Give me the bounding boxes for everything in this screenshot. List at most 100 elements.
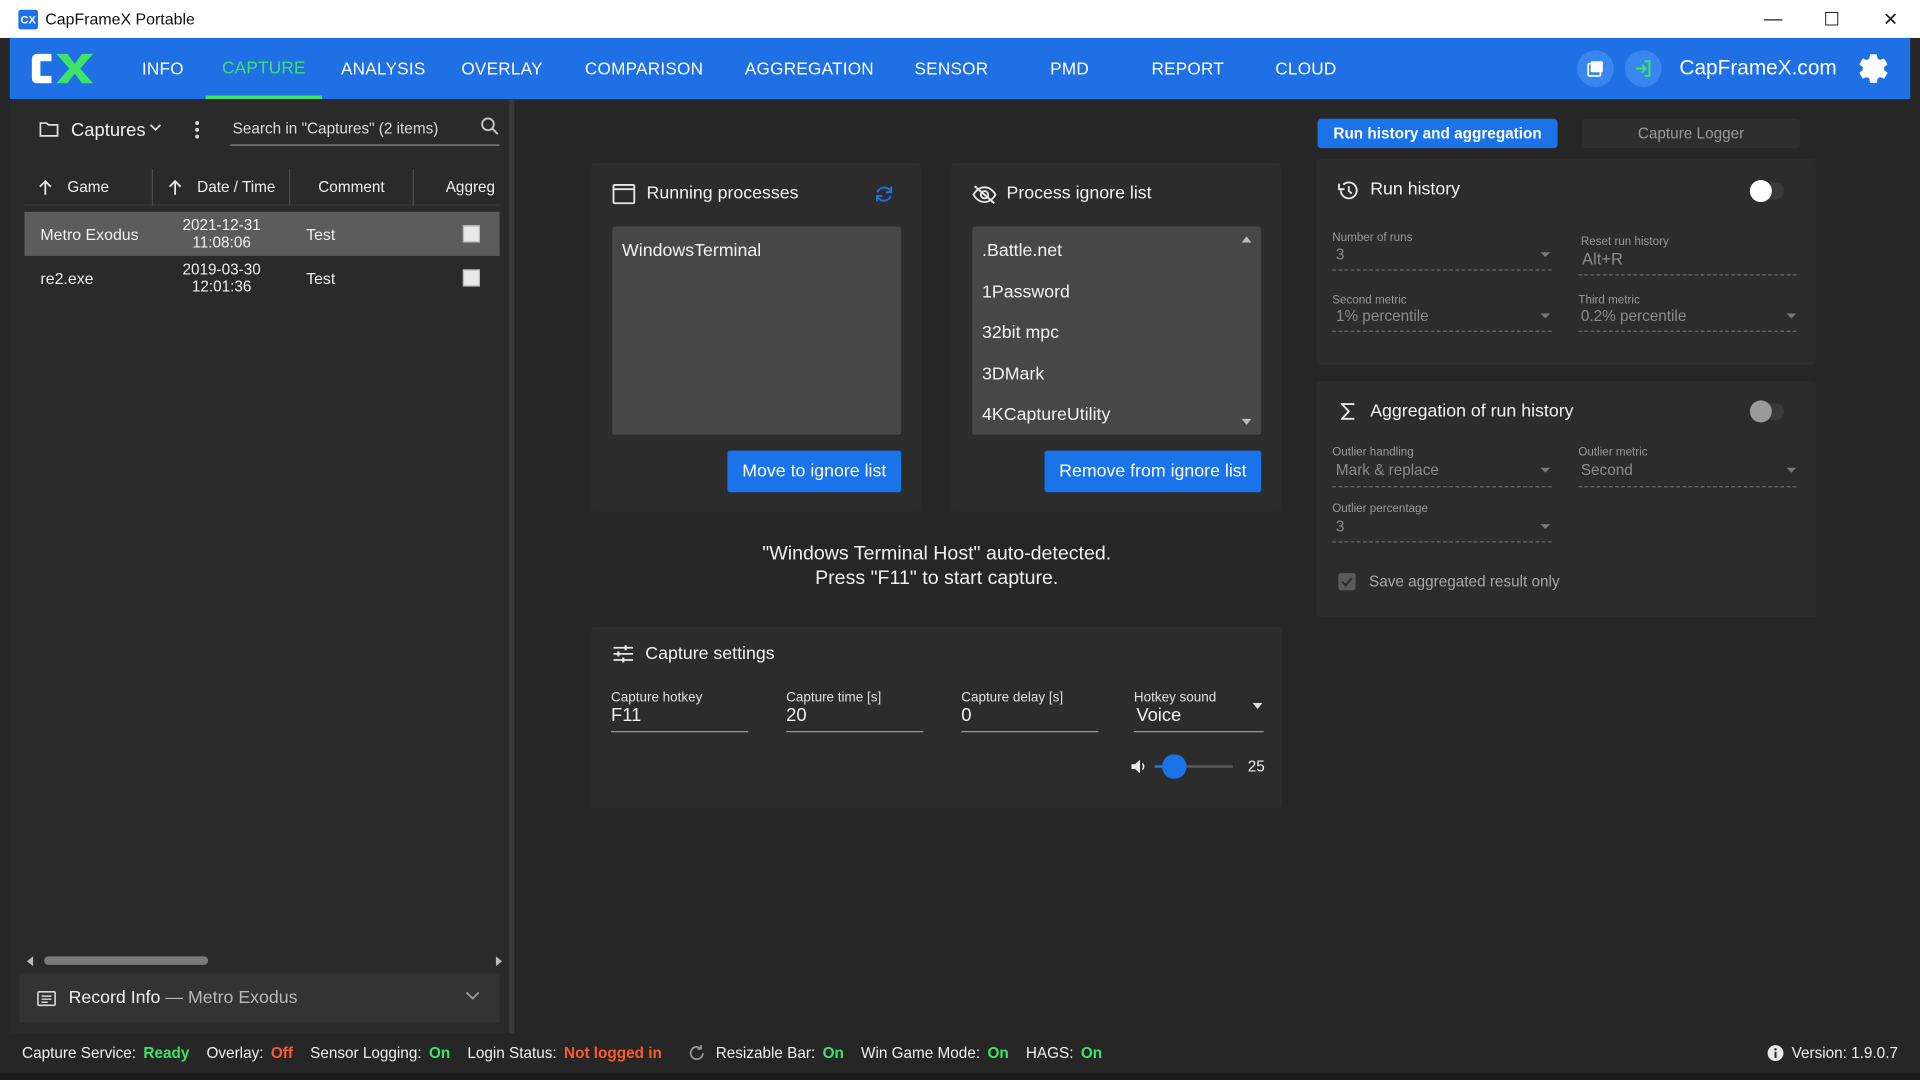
- volume-slider[interactable]: [1154, 754, 1234, 779]
- save-aggregated-checkbox[interactable]: [1338, 573, 1356, 591]
- table-row[interactable]: Metro Exodus 2021-12-31 11:08:06 Test: [24, 211, 500, 256]
- capture-hotkey-input[interactable]: F11: [611, 705, 641, 726]
- reset-run-history-hotkey[interactable]: Alt+R: [1582, 250, 1623, 268]
- refresh-icon[interactable]: [874, 184, 894, 205]
- tab-capture-logger[interactable]: Capture Logger: [1582, 118, 1801, 149]
- folder-icon[interactable]: [39, 121, 59, 137]
- row-comment: Test: [306, 268, 336, 288]
- window-bottom-edge: [0, 1072, 1920, 1080]
- minimize-button[interactable]: —: [1744, 0, 1803, 38]
- move-to-ignore-button[interactable]: Move to ignore list: [727, 450, 902, 493]
- volume-slider-thumb[interactable]: [1162, 754, 1187, 779]
- scroll-right-icon[interactable]: [495, 956, 503, 967]
- table-row[interactable]: re2.exe 2019-03-30 12:01:36 Test: [24, 256, 499, 300]
- maximize-button[interactable]: ☐: [1802, 0, 1861, 38]
- list-item[interactable]: WindowsTerminal: [622, 241, 761, 261]
- status-value: On: [822, 1044, 844, 1062]
- dropdown-arrow-icon[interactable]: [1252, 702, 1263, 709]
- row-comment: Test: [306, 224, 336, 244]
- dropdown-arrow-icon[interactable]: [1540, 252, 1551, 258]
- status-value: Off: [270, 1044, 293, 1062]
- run-history-card: Run history Number of runs 3 Reset run h…: [1316, 159, 1816, 365]
- scroll-left-icon[interactable]: [26, 956, 34, 967]
- nav-tab-sensor[interactable]: SENSOR: [890, 38, 1012, 99]
- capture-delay-input[interactable]: 0: [961, 705, 971, 726]
- tab-run-history[interactable]: Run history and aggregation: [1317, 118, 1558, 149]
- nav-tab-info[interactable]: INFO: [120, 38, 206, 99]
- chevron-down-icon[interactable]: [149, 122, 162, 132]
- scroll-down-icon[interactable]: [1241, 418, 1252, 425]
- aggregate-checkbox[interactable]: [462, 269, 481, 287]
- horizontal-scrollbar[interactable]: [24, 954, 503, 969]
- nav-tab-overlay[interactable]: OVERLAY: [444, 38, 559, 99]
- outlier-percentage-select[interactable]: 3: [1336, 518, 1345, 535]
- second-metric-select[interactable]: 1% percentile: [1336, 307, 1429, 324]
- aggregation-title: Aggregation of run history: [1370, 401, 1574, 422]
- number-of-runs-select[interactable]: 3: [1336, 246, 1345, 263]
- dropdown-arrow-icon[interactable]: [1786, 313, 1797, 319]
- nav-tab-pmd[interactable]: PMD: [1013, 38, 1127, 99]
- login-button[interactable]: [1624, 50, 1662, 87]
- aggregate-checkbox[interactable]: [462, 225, 481, 243]
- aggregation-toggle[interactable]: [1749, 400, 1785, 423]
- refresh-status-icon[interactable]: [689, 1044, 706, 1061]
- third-metric-select[interactable]: 0.2% percentile: [1581, 307, 1687, 324]
- nav-tab-comparison[interactable]: COMPARISON: [560, 38, 729, 99]
- remove-from-ignore-button[interactable]: Remove from ignore list: [1044, 450, 1262, 493]
- column-header-datetime[interactable]: Date / Time: [153, 168, 291, 206]
- captures-dropdown[interactable]: Captures: [71, 120, 146, 141]
- column-header-aggregate[interactable]: Aggreg: [414, 169, 500, 206]
- ignore-list[interactable]: .Battle.net 1Password 32bit mpc 3DMark 4…: [972, 226, 1262, 435]
- status-value: On: [428, 1044, 451, 1062]
- outlier-percentage-underline: [1332, 541, 1552, 543]
- status-overlay: Overlay: Off: [207, 1044, 293, 1061]
- settings-gear-icon[interactable]: [1856, 51, 1890, 85]
- search-icon[interactable]: [480, 116, 500, 136]
- list-item[interactable]: 1Password: [982, 283, 1070, 303]
- more-options-icon[interactable]: [193, 120, 200, 140]
- chevron-down-icon[interactable]: [465, 991, 480, 1001]
- run-history-toggle[interactable]: [1749, 180, 1785, 203]
- capture-hotkey-underline: [611, 731, 749, 733]
- screenshot-button[interactable]: [1576, 50, 1614, 87]
- list-item[interactable]: 32bit mpc: [982, 323, 1059, 343]
- panel-splitter[interactable]: [509, 99, 515, 1034]
- app-icon: CX: [18, 9, 38, 29]
- dropdown-arrow-icon[interactable]: [1540, 524, 1551, 529]
- status-label: Resizable Bar:: [715, 1044, 816, 1062]
- volume-value: 25: [1247, 757, 1265, 776]
- dropdown-arrow-icon[interactable]: [1786, 467, 1797, 473]
- document-icon: [37, 990, 56, 1006]
- close-button[interactable]: ✕: [1861, 0, 1920, 38]
- scroll-up-icon[interactable]: [1241, 236, 1252, 243]
- status-label: Overlay:: [206, 1044, 264, 1062]
- outlier-handling-label: Outlier handling: [1332, 445, 1414, 460]
- outlier-handling-select[interactable]: Mark & replace: [1336, 462, 1439, 479]
- hotkey-sound-select[interactable]: Voice: [1136, 705, 1181, 726]
- running-processes-list[interactable]: WindowsTerminal: [612, 226, 902, 435]
- nav-tab-cloud[interactable]: CLOUD: [1249, 38, 1363, 99]
- nav-tab-aggregation[interactable]: AGGREGATION: [729, 38, 891, 99]
- nav-tab-report[interactable]: REPORT: [1127, 38, 1249, 99]
- list-item[interactable]: 3DMark: [982, 365, 1044, 385]
- website-link[interactable]: CapFrameX.com: [1679, 56, 1836, 80]
- volume-icon[interactable]: [1130, 758, 1147, 775]
- dropdown-arrow-icon[interactable]: [1540, 313, 1551, 319]
- outlier-metric-select[interactable]: Second: [1581, 462, 1633, 479]
- captures-grid-header: Game Date / Time Comment Aggreg: [24, 168, 500, 206]
- captures-search-input[interactable]: Search in "Captures" (2 items): [230, 111, 500, 146]
- info-icon[interactable]: [1767, 1044, 1784, 1062]
- nav-tab-capture[interactable]: CAPTURE: [205, 38, 323, 100]
- capture-delay-underline: [961, 731, 1099, 733]
- record-info-game: Metro Exodus: [187, 988, 298, 1008]
- scrollbar-thumb[interactable]: [44, 956, 209, 965]
- list-item[interactable]: 4KCaptureUtility: [982, 405, 1110, 425]
- status-game-mode: Win Game Mode: On: [861, 1044, 1009, 1061]
- record-info-expander[interactable]: Record Info — Metro Exodus: [19, 973, 500, 1023]
- nav-tab-analysis[interactable]: ANALYSIS: [322, 38, 444, 99]
- list-item[interactable]: .Battle.net: [982, 241, 1062, 261]
- dropdown-arrow-icon[interactable]: [1540, 467, 1551, 473]
- column-header-comment[interactable]: Comment: [290, 168, 414, 206]
- capture-time-input[interactable]: 20: [786, 705, 806, 726]
- column-header-game[interactable]: Game: [24, 168, 154, 206]
